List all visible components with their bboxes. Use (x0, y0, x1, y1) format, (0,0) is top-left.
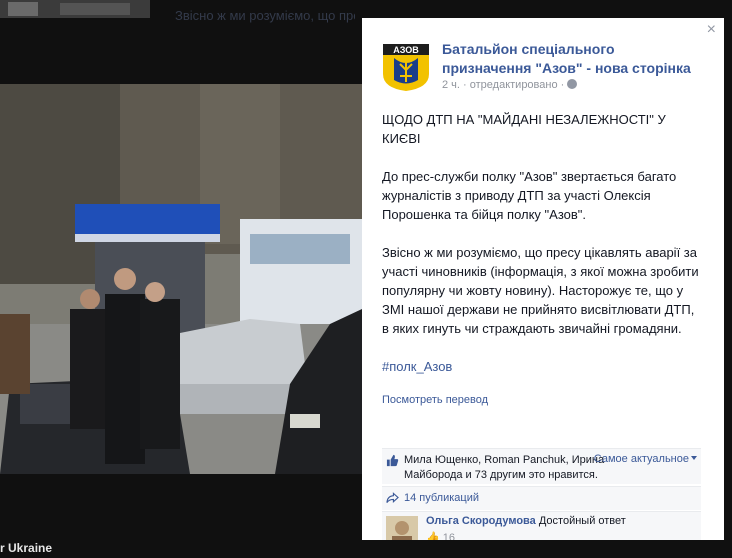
comment-like-icon: 👍 (426, 532, 440, 540)
page-name-link[interactable]: Батальйон спеціального призначення "Азов… (442, 40, 697, 78)
comment-item: Ольга Скородумова Достойный ответ 👍 16 (382, 511, 701, 540)
close-icon[interactable]: × (707, 22, 716, 38)
edited-label[interactable]: · отредактировано · (463, 79, 564, 91)
post-photo[interactable] (0, 84, 362, 474)
comment-author[interactable]: Ольга Скородумова Достойный ответ (426, 515, 626, 527)
post-paragraph: До прес-служби полку "Азов" звертається … (382, 169, 677, 222)
comment-author-name[interactable]: Ольга Скородумова (426, 515, 536, 527)
background-post-text: Звісно ж ми розуміємо, що пресу цікавлят… (175, 8, 355, 23)
comment-sort-dropdown[interactable]: Самое актуальное (594, 453, 697, 465)
see-translation-link[interactable]: Посмотреть перевод (382, 394, 488, 406)
sort-label: Самое актуальное (593, 453, 689, 465)
comment-like-count: 16 (442, 532, 456, 540)
likes-summary: Мила Ющенко, Roman Panchuk, Ирина Майбор… (382, 448, 701, 484)
background-caption: r Ukraine (0, 541, 53, 555)
shares-summary: 14 публикаций (382, 486, 701, 510)
logo-text: АЗОВ (393, 45, 419, 55)
hashtag-link[interactable]: #полк_Азов (382, 359, 452, 374)
likes-text[interactable]: Мила Ющенко, Roman Panchuk, Ирина Майбор… (404, 453, 624, 483)
post-timestamp[interactable]: 2 ч. (442, 79, 460, 91)
post-paragraph: Звісно ж ми розуміємо, що пресу цікавлят… (382, 245, 699, 336)
post-title: ЩОДО ДТП НА "МАЙДАНІ НЕЗАЛЕЖНОСТІ" У КИЄ… (382, 112, 666, 146)
page-avatar[interactable]: АЗОВ (380, 40, 432, 92)
chevron-down-icon (691, 456, 697, 460)
post-side-panel: × АЗОВ Батальйон спеціального призначенн… (362, 18, 724, 540)
globe-icon[interactable] (567, 79, 578, 89)
post-meta: 2 ч. · отредактировано · (442, 79, 578, 91)
azov-logo-icon: АЗОВ (380, 40, 432, 92)
post-body: ЩОДО ДТП НА "МАЙДАНІ НЕЗАЛЕЖНОСТІ" У КИЄ… (382, 110, 700, 395)
comment-text: Достойный ответ (538, 515, 626, 527)
shares-link[interactable]: 14 публикаций (404, 492, 479, 504)
comment-likes[interactable]: 👍 16 (426, 531, 455, 540)
commenter-avatar[interactable] (386, 516, 418, 540)
share-icon (386, 492, 399, 503)
thumbs-up-icon[interactable] (386, 454, 399, 467)
background-thumbnail (0, 0, 150, 18)
